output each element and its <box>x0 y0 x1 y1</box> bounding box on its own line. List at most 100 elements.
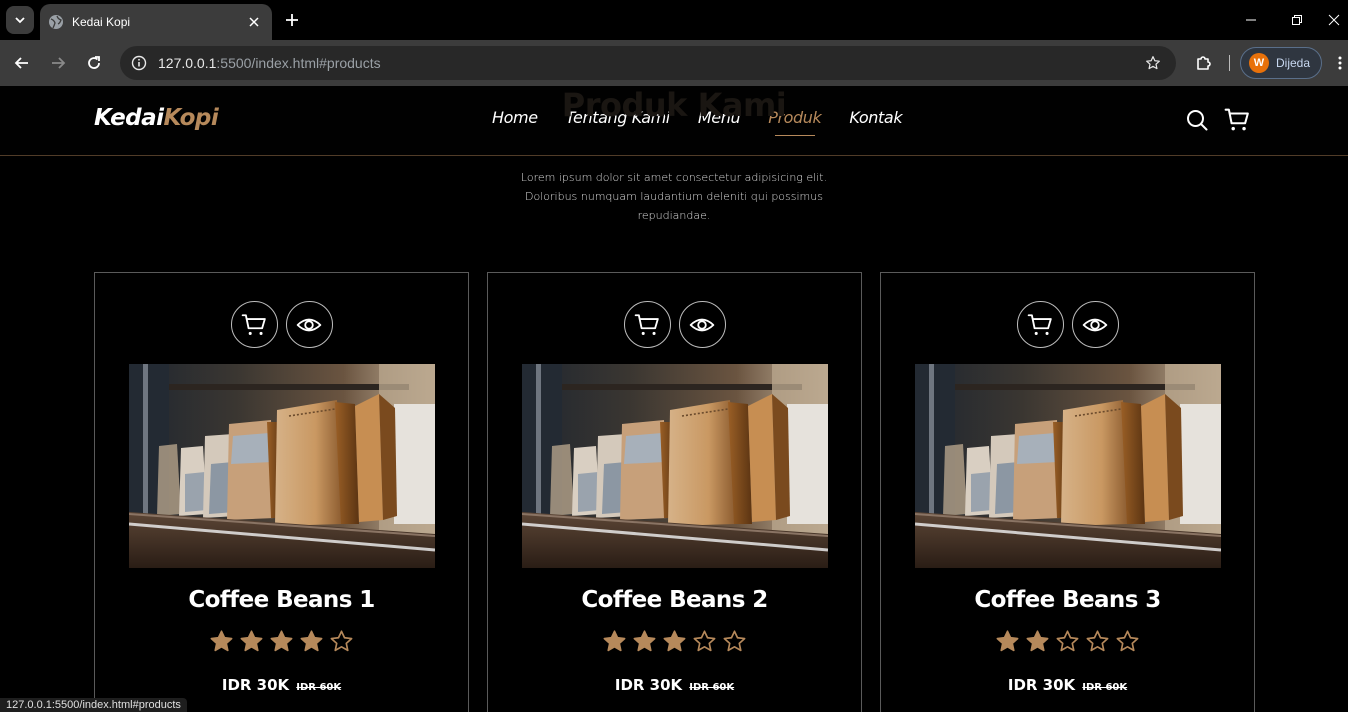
address-bar[interactable]: 127.0.0.1:5500/index.html#products <box>120 46 1176 80</box>
star-outline-icon <box>692 629 717 658</box>
star-filled-icon <box>632 629 657 658</box>
product-rating <box>881 629 1254 658</box>
restore-button[interactable] <box>1274 0 1320 40</box>
product-card: Coffee Beans 3 IDR 30K IDR 60K <box>880 272 1255 712</box>
nav-link-menu[interactable]: Menu <box>698 108 741 127</box>
product-actions <box>488 301 861 348</box>
eye-icon <box>296 318 322 331</box>
product-price: IDR 30K IDR 60K <box>881 675 1254 694</box>
star-filled-icon <box>209 629 234 658</box>
product-name: Coffee Beans 2 <box>581 587 768 613</box>
browser-toolbar: 127.0.0.1:5500/index.html#products W Dij… <box>0 40 1348 86</box>
extensions-button[interactable] <box>1190 49 1218 77</box>
minimize-button[interactable] <box>1228 0 1274 40</box>
browser-tab[interactable]: Kedai Kopi <box>40 4 272 40</box>
shopping-cart-icon <box>241 313 266 335</box>
bookmark-star-icon[interactable] <box>1138 48 1168 78</box>
site-logo[interactable]: KedaiKopi <box>94 105 219 131</box>
nav-link-home[interactable]: Home <box>492 108 538 127</box>
star-outline-icon <box>1055 629 1080 658</box>
star-filled-icon <box>662 629 687 658</box>
chevron-down-icon <box>15 17 25 24</box>
star-filled-icon <box>1025 629 1050 658</box>
star-outline-icon <box>329 629 354 658</box>
star-outline-icon <box>1115 629 1140 658</box>
reload-button[interactable] <box>80 49 108 77</box>
more-vertical-icon <box>1338 56 1342 70</box>
shopping-cart-icon <box>1027 313 1052 335</box>
old-price: IDR 60K <box>1082 682 1128 693</box>
product-price: IDR 30K IDR 60K <box>488 675 861 694</box>
view-product-button[interactable] <box>678 301 726 348</box>
logo-part2: Kopi <box>163 105 219 131</box>
product-rating <box>488 629 861 658</box>
star-filled-icon <box>995 629 1020 658</box>
star-filled-icon <box>239 629 264 658</box>
close-window-button[interactable] <box>1320 0 1348 40</box>
main-nav: Home Tentang Kami Menu Produk Kontak <box>492 108 930 136</box>
search-button[interactable] <box>1183 106 1211 134</box>
web-page: KedaiKopi Home Tentang Kami Menu Produk Kont… <box>0 86 1348 712</box>
url-host: 127.0.0.1 <box>158 55 217 71</box>
arrow-right-icon <box>52 57 66 69</box>
shopping-cart-button[interactable] <box>1223 106 1251 134</box>
product-image[interactable] <box>129 364 435 568</box>
old-price: IDR 60K <box>296 682 342 693</box>
toolbar-divider <box>1229 55 1230 71</box>
avatar: W <box>1249 53 1269 73</box>
product-card: Coffee Beans 1 IDR 30K IDR 60K <box>94 272 469 712</box>
shopping-cart-icon <box>634 313 659 335</box>
add-to-cart-button[interactable] <box>623 301 671 348</box>
eye-icon <box>1082 318 1108 331</box>
coffee-bags-photo <box>915 364 1221 568</box>
product-price: IDR 30K IDR 60K <box>95 675 468 694</box>
nav-link-tentang-kami[interactable]: Tentang Kami <box>566 108 671 127</box>
restore-icon <box>1292 15 1302 25</box>
current-price: IDR 30K <box>614 676 683 694</box>
add-to-cart-button[interactable] <box>1016 301 1064 348</box>
add-to-cart-button[interactable] <box>230 301 278 348</box>
product-card: Coffee Beans 2 IDR 30K IDR 60K <box>487 272 862 712</box>
view-product-button[interactable] <box>1071 301 1119 348</box>
old-price: IDR 60K <box>689 682 735 693</box>
logo-part1: Kedai <box>94 105 164 131</box>
coffee-bags-photo <box>522 364 828 568</box>
back-button[interactable] <box>8 49 36 77</box>
product-actions <box>881 301 1254 348</box>
minimize-icon <box>1246 19 1256 21</box>
search-icon <box>1187 110 1208 131</box>
star-outline-icon <box>722 629 747 658</box>
nav-link-kontak[interactable]: Kontak <box>849 108 902 127</box>
arrow-left-icon <box>14 57 28 69</box>
status-bar-url: 127.0.0.1:5500/index.html#products <box>0 698 187 712</box>
puzzle-icon <box>1197 56 1211 70</box>
product-actions <box>95 301 468 348</box>
star-outline-icon <box>1085 629 1110 658</box>
nav-link-produk[interactable]: Produk <box>768 108 822 136</box>
star-filled-icon <box>602 629 627 658</box>
section-description: Lorem ipsum dolor sit amet consectetur a… <box>520 171 828 222</box>
shopping-cart-icon <box>1224 108 1249 131</box>
new-tab-button[interactable] <box>280 8 304 32</box>
close-icon <box>1328 14 1340 26</box>
browser-menu-button[interactable] <box>1332 49 1348 77</box>
plus-icon <box>286 14 298 26</box>
current-price: IDR 30K <box>1007 676 1076 694</box>
globe-icon <box>48 14 64 30</box>
product-image[interactable] <box>915 364 1221 568</box>
profile-name: Dijeda <box>1276 56 1311 70</box>
profile-button[interactable]: W Dijeda <box>1240 47 1322 79</box>
url-text: 127.0.0.1:5500/index.html#products <box>158 55 1138 71</box>
site-info-icon[interactable] <box>122 46 156 80</box>
reload-icon <box>88 56 100 69</box>
tab-search-button[interactable] <box>6 6 34 34</box>
current-price: IDR 30K <box>221 676 290 694</box>
coffee-bags-photo <box>129 364 435 568</box>
url-path: :5500/index.html#products <box>216 55 381 71</box>
forward-button[interactable] <box>44 49 72 77</box>
product-rating <box>95 629 468 658</box>
close-icon[interactable] <box>244 12 264 32</box>
view-product-button[interactable] <box>285 301 333 348</box>
product-image[interactable] <box>522 364 828 568</box>
product-name: Coffee Beans 3 <box>974 587 1161 613</box>
